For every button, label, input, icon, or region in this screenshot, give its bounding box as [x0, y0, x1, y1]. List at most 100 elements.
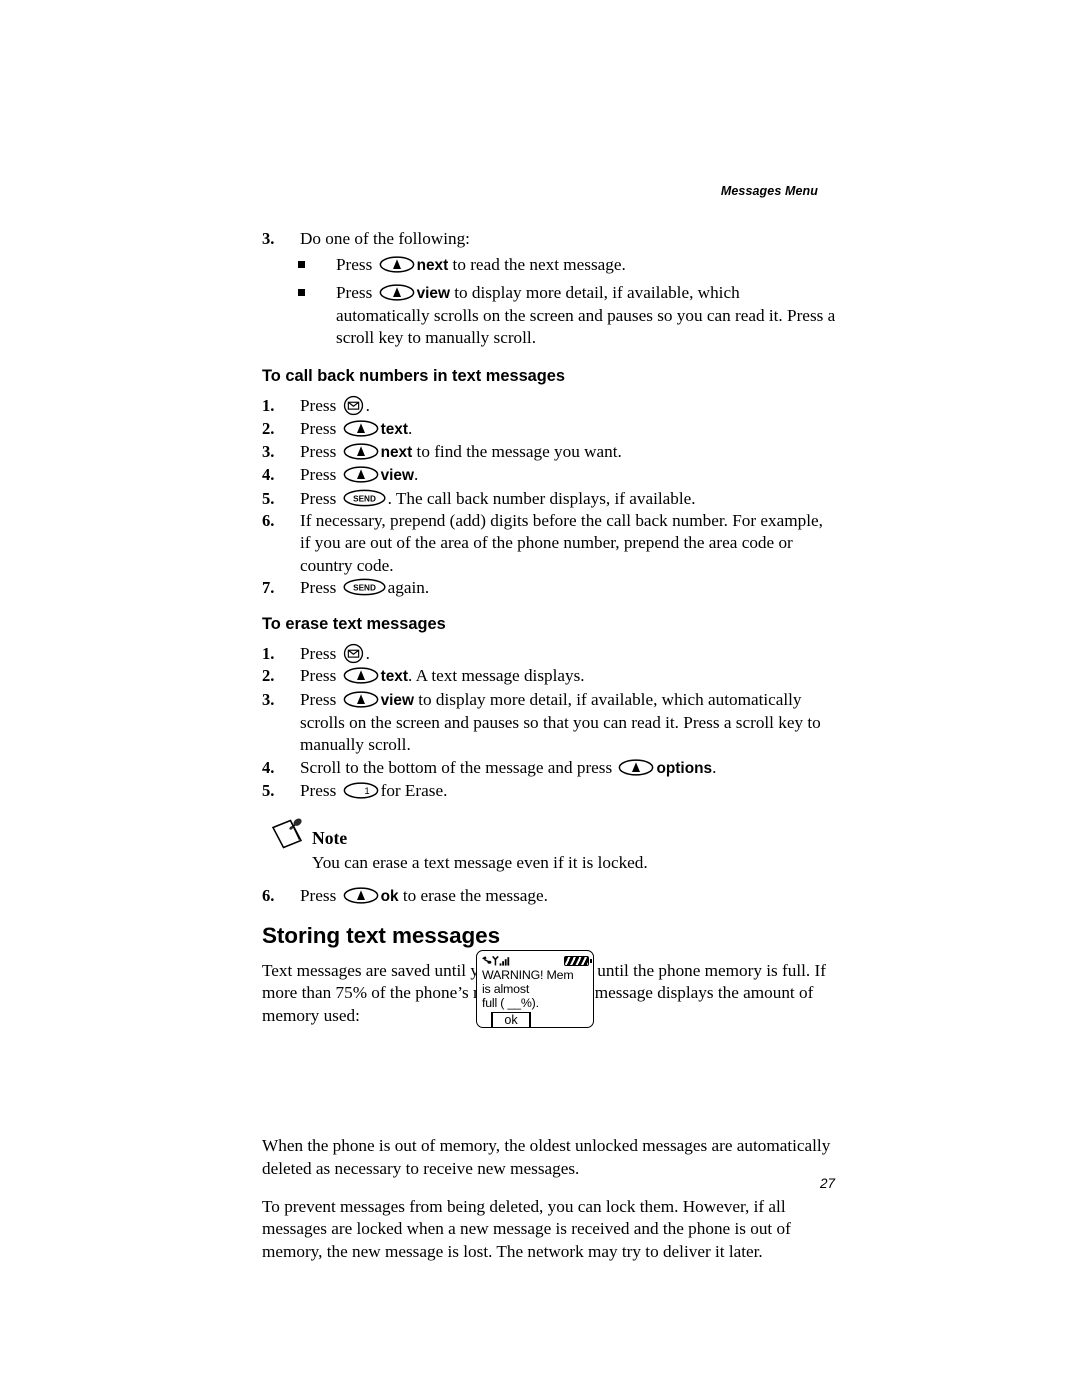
list-text: Press view to display more detail, if av… — [300, 689, 837, 757]
list-item: 3. Press next to find the message you wa… — [262, 441, 837, 464]
signal-indicator-group — [481, 955, 517, 967]
list-marker: 3. — [262, 442, 275, 462]
bullet-pre: Press — [336, 255, 373, 275]
step-post: to erase the message. — [402, 885, 548, 905]
list-text: Press text. — [300, 418, 837, 441]
list-text: Press ok to erase the message. — [300, 885, 837, 908]
list-item: 6. Press ok to erase the message. — [262, 885, 837, 908]
soft-key-oval-up-arrow-icon — [343, 667, 378, 685]
one-key-icon: 1 — [343, 782, 378, 799]
list-item: 4. Press view. — [262, 464, 837, 487]
send-key-icon: SEND — [343, 489, 386, 507]
step-bold: ok — [380, 887, 399, 905]
square-bullet-icon — [298, 261, 305, 269]
message-envelope-key-icon — [343, 644, 363, 664]
soft-key-oval-up-arrow-icon — [343, 420, 378, 437]
step-post: . — [413, 465, 419, 485]
list-item: 5. Press 1 for Erase. — [262, 780, 837, 802]
soft-key-oval-up-arrow-icon — [343, 886, 378, 904]
list-marker: 3. — [262, 229, 275, 248]
list-text: Press 1 for Erase. — [300, 780, 837, 802]
step-pre: Press — [300, 418, 337, 438]
list-text: Press view. — [300, 464, 837, 487]
list-item: 2. Press text. — [262, 418, 837, 441]
step-post: . The call back number displays, if avai… — [387, 488, 696, 508]
bullet-bold: next — [416, 257, 449, 275]
step-pre: Press — [300, 396, 337, 416]
svg-text:SEND: SEND — [353, 494, 376, 503]
list-marker: 3. — [262, 689, 275, 709]
bullet-post: to read the next message. — [452, 255, 626, 275]
step-post: . — [712, 757, 717, 777]
section-heading-callback: To call back numbers in text messages — [262, 367, 566, 386]
list-item: 7. Press SEND again. — [262, 577, 837, 599]
list-item: 2. Press text. A text message displays. — [262, 665, 837, 688]
paragraph-storing-3: To prevent messages from being deleted, … — [262, 1196, 791, 1261]
step-pre: Press — [300, 780, 337, 800]
step-pre: Scroll to the bottom of the message and … — [300, 757, 613, 777]
step-pre: Press — [300, 689, 337, 709]
step-post: to find the message you want. — [416, 442, 622, 462]
list-text: Press text. A text message displays. — [300, 665, 837, 688]
note-header: Note — [262, 818, 837, 849]
list-text: Press SEND again. — [300, 577, 837, 599]
step-pre: Press — [300, 442, 337, 462]
step-pre: Press — [300, 666, 337, 686]
phone-screen-ok-softkey[interactable]: ok — [489, 1011, 533, 1027]
signal-bars-icon — [482, 955, 510, 966]
bullet-pre: Press — [336, 282, 373, 302]
battery-icon — [564, 955, 592, 966]
step-pre: Press — [300, 465, 337, 485]
list-marker: 2. — [262, 666, 275, 686]
list-marker: 4. — [262, 757, 275, 777]
ok-key-label: ok — [504, 1012, 518, 1027]
phone-screen-illustration: WARNING! Mem is almost full ( __%). ok — [476, 950, 594, 1028]
phone-screen-line-2: is almost — [482, 982, 530, 997]
note-body: You can erase a text message even if it … — [312, 853, 648, 873]
step-post: . A text message displays. — [407, 666, 585, 686]
list-item: 1. Press . — [262, 395, 837, 417]
list-text: Press next to find the message you want. — [300, 441, 837, 464]
list-item: 1. Press . — [262, 643, 837, 665]
section-heading-erase: To erase text messages — [262, 615, 446, 634]
bullet-bold: view — [416, 284, 450, 302]
step-bold: view — [380, 467, 414, 485]
soft-key-oval-up-arrow-icon — [619, 758, 654, 776]
step-pre: Press — [300, 577, 337, 597]
soft-key-oval-up-arrow-icon — [343, 443, 378, 460]
phone-screen-line-1: WARNING! Mem — [482, 968, 574, 982]
list-text: Press view to display more detail, if av… — [336, 282, 837, 350]
send-key-icon: SEND — [343, 578, 386, 596]
list-text: Press SEND . The call back number displa… — [300, 488, 837, 510]
list-marker: 2. — [262, 418, 275, 438]
square-bullet-icon — [298, 288, 305, 296]
step-bold: text — [380, 668, 408, 686]
list-item: 3. Press view to display more detail, if… — [262, 689, 837, 757]
manual-page: Messages Menu 3. Do one of the following… — [0, 0, 1080, 1397]
list-item: 3. Do one of the following: — [262, 228, 837, 250]
step-bold: view — [380, 691, 414, 709]
list-item: 5. Press SEND . The call back number dis… — [262, 488, 837, 510]
step-bold: text — [380, 420, 408, 438]
list-text: If necessary, prepend (add) digits befor… — [300, 510, 823, 575]
step-post: for Erase. — [380, 780, 448, 800]
step-pre: Press — [300, 885, 337, 905]
step-bold: options — [656, 759, 713, 777]
step-post: . — [365, 396, 370, 416]
step-post: again. — [387, 577, 430, 597]
message-envelope-key-icon — [343, 396, 363, 416]
list-marker: 5. — [262, 780, 275, 800]
phone-screen-line-3: full ( __%). — [482, 996, 539, 1011]
list-marker: 1. — [262, 396, 275, 416]
list-marker: 7. — [262, 577, 275, 597]
note-block: Note You can erase a text message even i… — [262, 818, 837, 874]
phone-status-bar — [481, 953, 592, 968]
step-pre: Press — [300, 644, 337, 664]
running-header: Messages Menu — [720, 184, 818, 198]
page-number: 27 — [819, 1176, 835, 1191]
list-item: 4. Scroll to the bottom of the message a… — [262, 757, 837, 780]
soft-key-oval-up-arrow-icon — [379, 283, 414, 301]
list-text: Press . — [300, 643, 837, 665]
bullet-marker — [298, 254, 336, 276]
step-bold: next — [380, 444, 413, 462]
